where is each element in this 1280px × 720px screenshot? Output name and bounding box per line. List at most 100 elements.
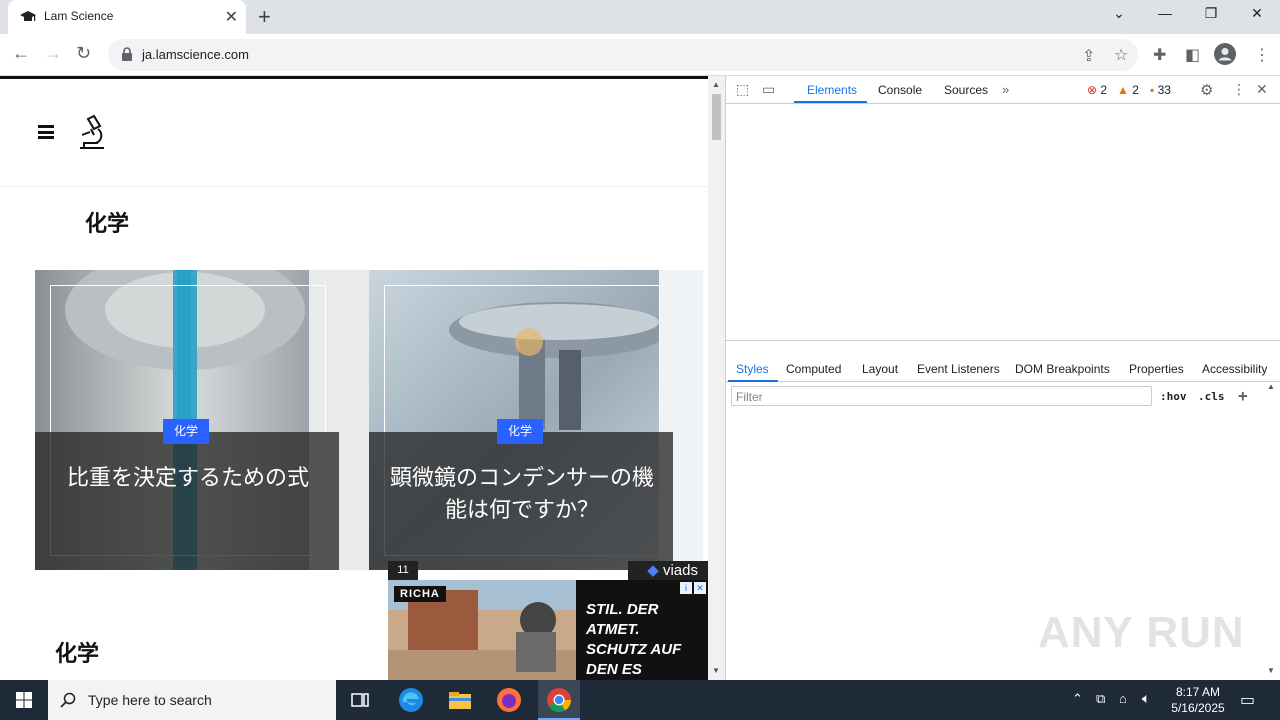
new-tab-button[interactable]: + — [258, 4, 271, 30]
tab-title: Lam Science — [44, 9, 114, 23]
section-title: 化学 — [55, 641, 100, 666]
search-icon — [60, 692, 76, 708]
styles-scroll-up-icon[interactable]: ▲ — [1267, 382, 1275, 391]
issues-icon: ▪ — [1150, 83, 1155, 97]
ad-brand: ◆ viads — [628, 561, 708, 580]
ad-logo: RICHA — [394, 586, 446, 602]
ad-headline: STIL. DER ATMET. SCHUTZ AUF DEN ES ANKOM… — [576, 580, 708, 680]
tab-dom-breakpoints[interactable]: DOM Breakpoints — [1015, 362, 1110, 376]
tab-console[interactable]: Console — [878, 83, 922, 97]
video-ad[interactable]: 11 ◆ viads RICHA STIL. DER ATMET. SCHUTZ… — [388, 561, 708, 680]
firefox-icon[interactable] — [495, 686, 523, 714]
volume-icon[interactable]: 🔈︎ — [1142, 690, 1150, 707]
extensions-icon[interactable]: ✚ — [1153, 45, 1166, 65]
article-card[interactable]: 化学 比重を決定するための式 — [35, 270, 369, 570]
devtools-tabbar: ⬚ ▭ Elements Console Sources » ⊗ 2 ▲ 2 ▪… — [726, 76, 1280, 104]
tab-search-icon[interactable]: ⌄ — [1096, 5, 1142, 22]
close-devtools-icon[interactable]: ✕ — [1256, 81, 1268, 98]
devtools-menu-icon[interactable]: ⋮ — [1232, 81, 1246, 98]
category-tag[interactable]: 化学 — [163, 419, 210, 444]
edge-browser-icon[interactable] — [397, 686, 425, 714]
bookmark-star-icon[interactable]: ☆ — [1114, 45, 1128, 65]
scroll-thumb[interactable] — [712, 94, 721, 140]
styles-scroll-down-icon[interactable]: ▼ — [1267, 666, 1275, 675]
cls-toggle[interactable]: .cls — [1198, 390, 1225, 403]
ad-brand-label: viads — [662, 562, 698, 579]
tray-app-icon[interactable]: ⧉ — [1096, 691, 1105, 707]
card-title[interactable]: 顕微鏡のコンデンサーの機能は何ですか？ — [389, 462, 655, 526]
search-placeholder: Type here to search — [88, 692, 212, 708]
minimize-button[interactable]: — — [1142, 5, 1188, 21]
card-title[interactable]: 比重を決定するための式 — [55, 462, 321, 494]
taskbar-search-input[interactable]: Type here to search — [48, 680, 336, 720]
settings-gear-icon[interactable]: ⚙ — [1200, 81, 1213, 99]
side-panel-icon[interactable]: ◧ — [1185, 45, 1200, 65]
tab-layout[interactable]: Layout — [862, 362, 898, 376]
hov-toggle[interactable]: :hov — [1160, 390, 1187, 403]
reload-icon[interactable]: ↻ — [76, 43, 91, 64]
anyrun-watermark: ANY RUN — [1038, 608, 1245, 657]
browser-tab[interactable]: Lam Science ✕ — [8, 0, 246, 34]
tab-styles[interactable]: Styles — [736, 362, 769, 376]
tab-elements[interactable]: Elements — [807, 83, 857, 97]
card-overlay — [35, 432, 339, 570]
restore-button[interactable]: ❐ — [1188, 5, 1234, 22]
styles-filter-input[interactable]: Filter — [731, 386, 1152, 406]
microscope-logo-icon[interactable] — [76, 115, 108, 151]
scroll-down-icon[interactable]: ▼ — [712, 666, 720, 675]
devtools-divider[interactable] — [726, 340, 1280, 341]
article-card[interactable]: 化学 顕微鏡のコンデンサーの機能は何ですか？ — [369, 270, 703, 570]
inspect-element-icon[interactable]: ⬚ — [736, 81, 749, 98]
windows-taskbar: Type here to search ⌃ ⧉ ⌂ 🔈︎ 8:17 AM 5/1… — [0, 680, 1280, 720]
warning-icon: ▲ — [1117, 83, 1129, 97]
lock-icon — [122, 47, 132, 61]
scroll-up-icon[interactable]: ▲ — [712, 80, 720, 89]
clock-date: 5/16/2025 — [1171, 701, 1225, 715]
new-style-rule-icon[interactable]: + — [1238, 386, 1248, 405]
address-bar[interactable]: ja.lamscience.com ⇪ ☆ — [108, 39, 1138, 71]
browser-menu-icon[interactable]: ⋮ — [1254, 45, 1270, 65]
page-scrollbar[interactable]: ▲ ▼ — [708, 76, 725, 680]
hamburger-menu-icon[interactable] — [38, 125, 54, 139]
tab-computed[interactable]: Computed — [786, 362, 841, 376]
tab-sources[interactable]: Sources — [944, 83, 988, 97]
issues-badge[interactable]: ▪ 33 — [1150, 83, 1171, 97]
errors-count: 2 — [1100, 83, 1108, 97]
url-text: ja.lamscience.com — [142, 47, 249, 62]
warnings-badge[interactable]: ▲ 2 — [1117, 83, 1139, 97]
profile-avatar-icon[interactable] — [1214, 43, 1236, 65]
tab-strip: Lam Science ✕ + ⌄ — ❐ ✕ — [0, 0, 1280, 34]
devtools-panel: ⬚ ▭ Elements Console Sources » ⊗ 2 ▲ 2 ▪… — [725, 76, 1280, 680]
more-tabs-icon[interactable]: » — [1002, 82, 1009, 97]
close-tab-icon[interactable]: ✕ — [225, 7, 238, 27]
ad-counter: 11 — [388, 561, 418, 580]
close-window-button[interactable]: ✕ — [1234, 5, 1280, 22]
chrome-taskbar-button[interactable] — [538, 680, 580, 720]
errors-badge[interactable]: ⊗ 2 — [1087, 83, 1107, 97]
graduation-cap-icon — [20, 11, 36, 21]
chrome-icon — [547, 688, 571, 713]
tab-properties[interactable]: Properties — [1129, 362, 1184, 376]
network-icon[interactable]: ⌂ — [1119, 691, 1127, 706]
category-tag[interactable]: 化学 — [497, 419, 544, 444]
device-toolbar-icon[interactable]: ▭ — [762, 81, 775, 98]
error-icon: ⊗ — [1087, 83, 1098, 97]
forward-icon[interactable]: → — [44, 43, 62, 64]
notifications-icon[interactable]: ▭ — [1240, 690, 1255, 710]
tab-accessibility[interactable]: Accessibility — [1202, 362, 1267, 376]
styles-tabbar: Styles Computed Layout Event Listeners D… — [726, 356, 1280, 382]
windows-start-icon[interactable] — [0, 680, 48, 720]
ad-info-icon[interactable]: i — [680, 582, 692, 594]
task-view-icon[interactable] — [346, 686, 374, 714]
warnings-count: 2 — [1132, 83, 1139, 97]
ad-close-icon[interactable]: ✕ — [694, 582, 706, 594]
taskbar-clock[interactable]: 8:17 AM 5/16/2025 — [1162, 684, 1234, 716]
file-explorer-icon[interactable] — [446, 686, 474, 714]
tray-overflow-icon[interactable]: ⌃ — [1072, 691, 1083, 707]
ad-creative[interactable]: RICHA STIL. DER ATMET. SCHUTZ AUF DEN ES… — [388, 580, 708, 680]
tab-event-listeners[interactable]: Event Listeners — [917, 362, 1000, 376]
active-tab-underline — [794, 101, 867, 103]
back-icon[interactable]: ← — [12, 43, 30, 64]
share-icon[interactable]: ⇪ — [1082, 46, 1095, 66]
browser-toolbar: ← → ↻ ja.lamscience.com ⇪ ☆ ✚ ◧ ⋮ — [0, 34, 1280, 76]
